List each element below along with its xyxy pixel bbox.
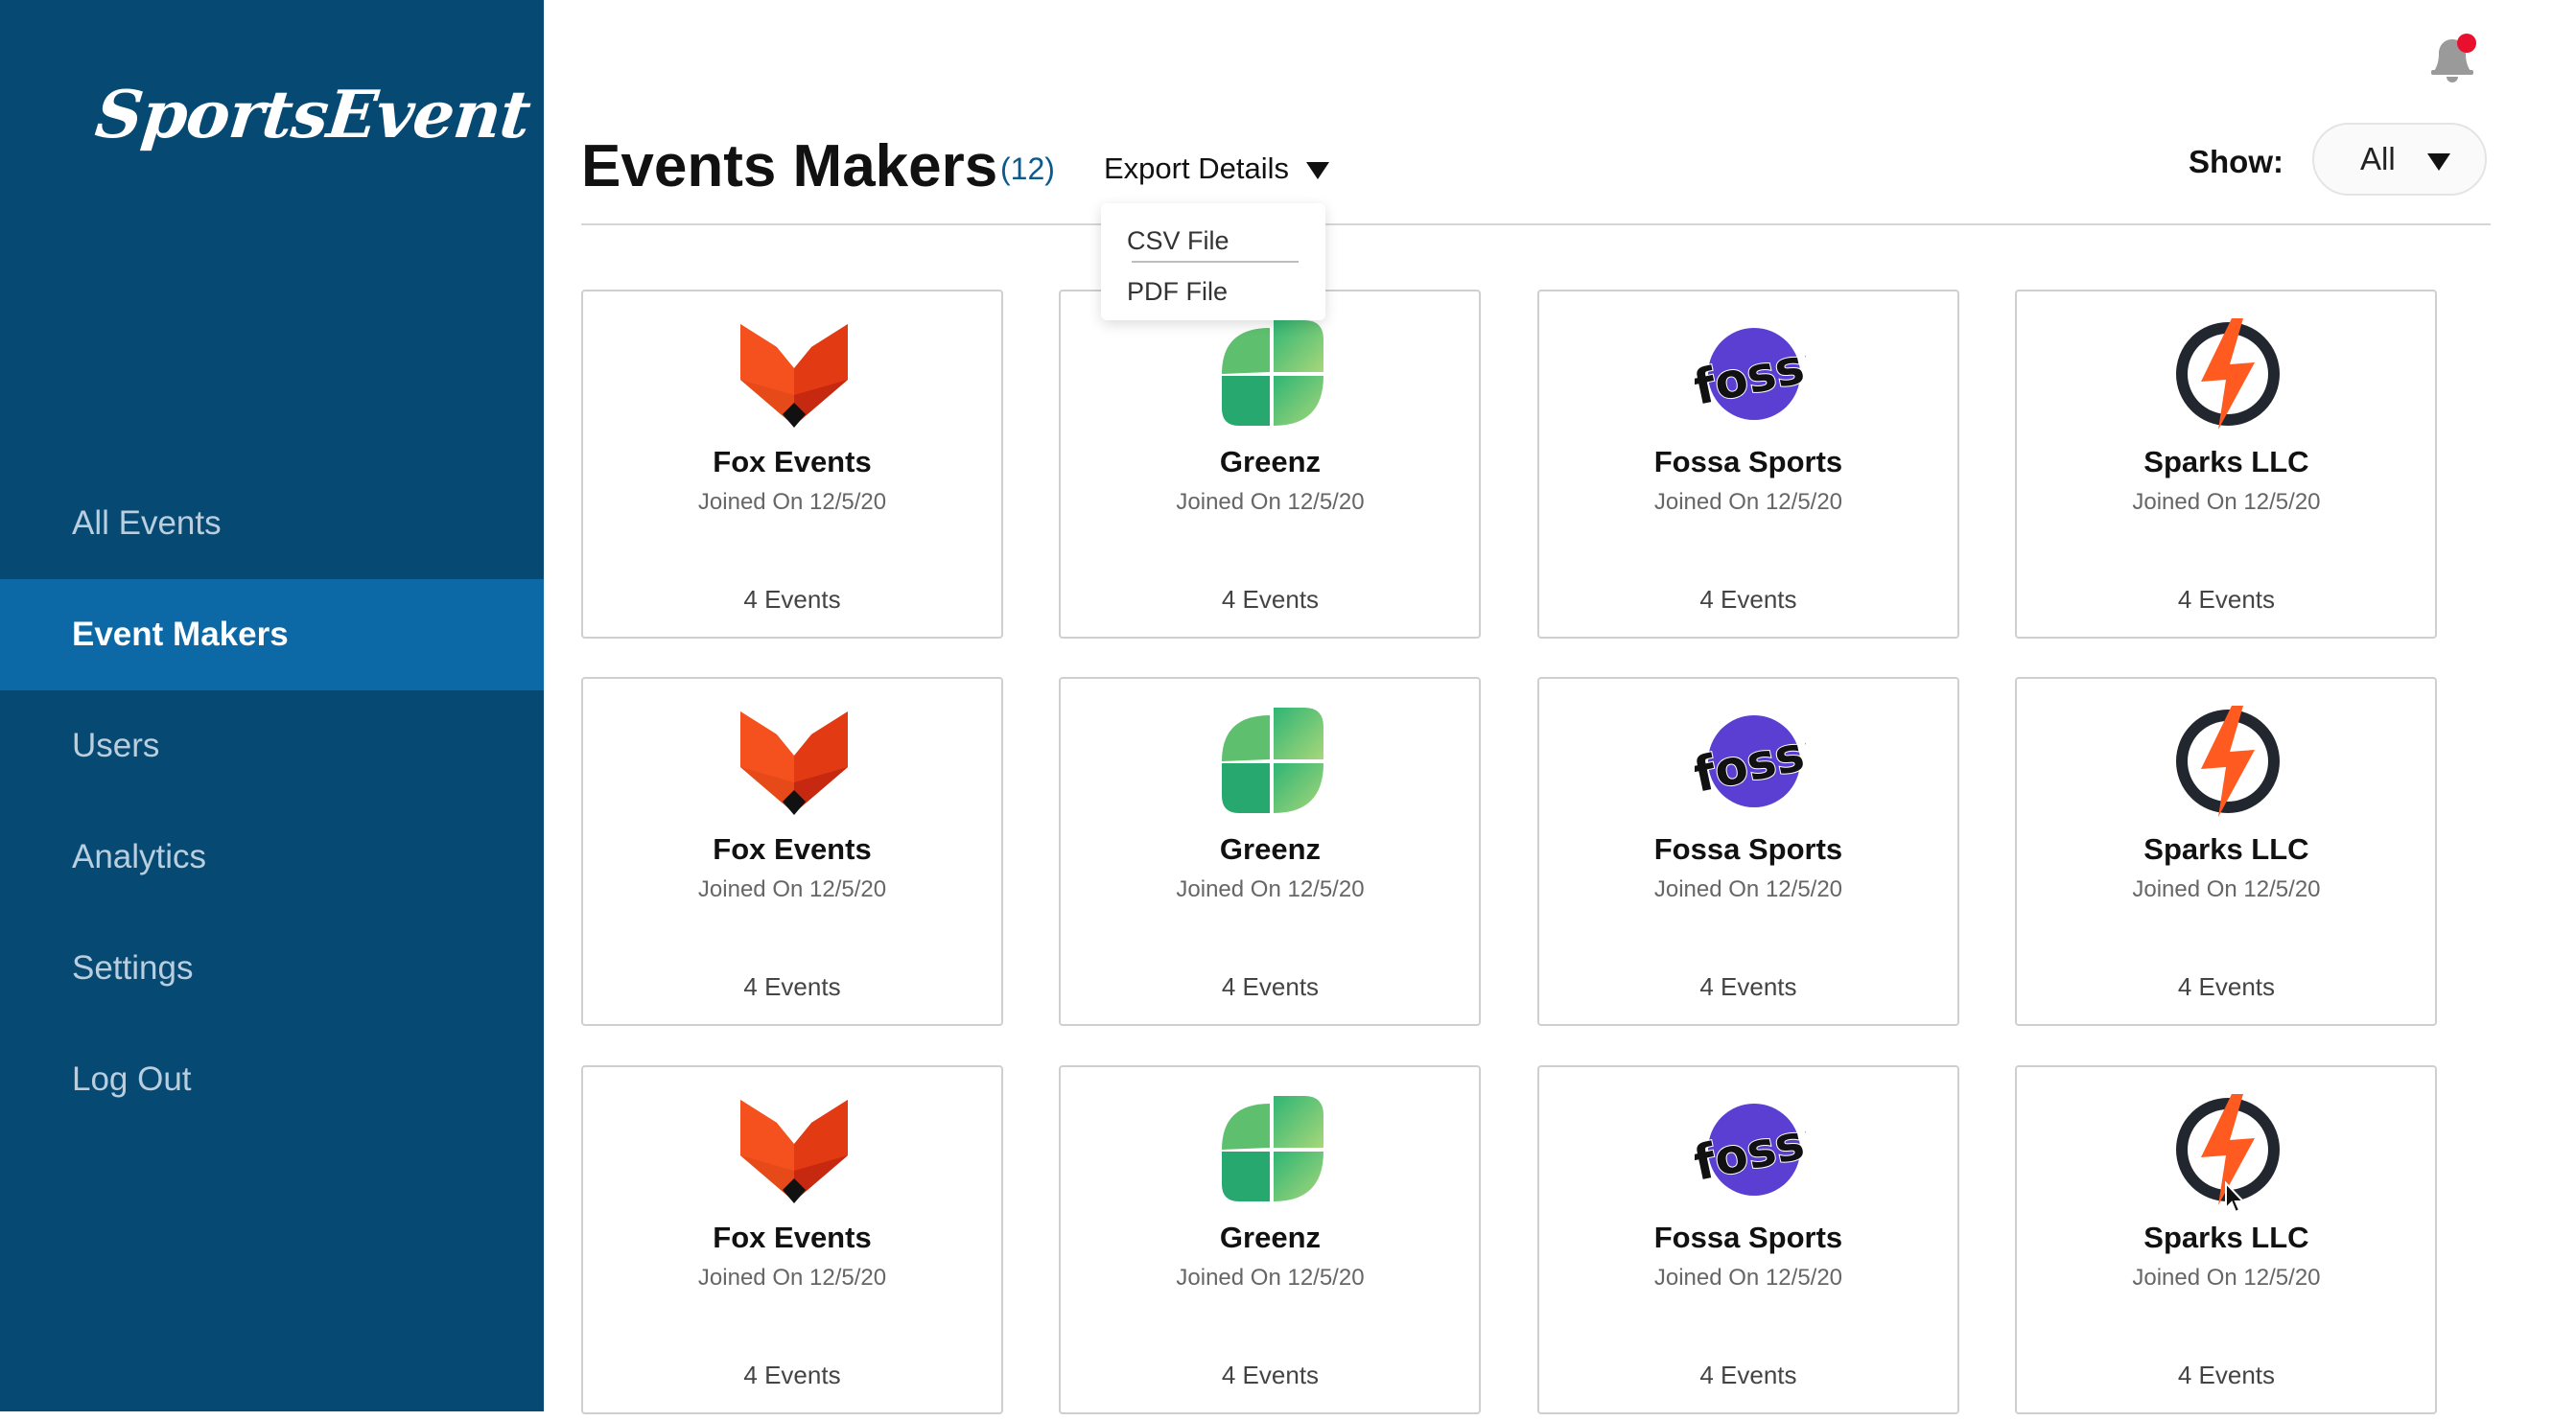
event-maker-card[interactable]: Greenz Joined On 12/5/20 4 Events [1059, 1064, 1482, 1414]
event-maker-card[interactable]: fossa Fossa Sports Joined On 12/5/20 4 Eve… [1536, 290, 1959, 639]
show-filter-value: All [2360, 141, 2396, 176]
card-events-count: 4 Events [2177, 972, 2276, 1002]
page-title: Events Makers [581, 133, 998, 199]
spark-logo-icon [2172, 706, 2283, 818]
dropdown-divider [1132, 261, 1299, 263]
event-maker-card[interactable]: Sparks LLC Joined On 12/5/20 4 Events [2015, 1064, 2438, 1414]
export-option-pdf[interactable]: PDF File [1127, 277, 1228, 307]
card-name: Greenz [1219, 1220, 1322, 1254]
card-name: Greenz [1219, 832, 1322, 867]
card-name: Fox Events [713, 1220, 872, 1254]
card-joined-date: Joined On 12/5/20 [2132, 489, 2321, 515]
event-maker-card[interactable]: Fox Events Joined On 12/5/20 4 Events [581, 677, 1003, 1027]
sidebar-item-log-out[interactable]: Log Out [0, 1024, 544, 1135]
card-events-count: 4 Events [743, 585, 841, 614]
card-name: Fossa Sports [1653, 832, 1843, 867]
card-events-count: 4 Events [1699, 585, 1797, 614]
clover-logo-icon [1216, 318, 1327, 430]
chevron-down-icon [1305, 162, 1329, 179]
sidebar-item-event-makers[interactable]: Event Makers [0, 579, 544, 690]
event-maker-card[interactable]: Fox Events Joined On 12/5/20 4 Events [581, 1064, 1003, 1414]
card-events-count: 4 Events [1699, 1360, 1797, 1389]
event-maker-card[interactable]: Sparks LLC Joined On 12/5/20 4 Events [2015, 677, 2438, 1027]
card-events-count: 4 Events [1221, 972, 1320, 1002]
notification-dot [2457, 34, 2476, 53]
card-name: Sparks LLC [2143, 445, 2309, 478]
export-details-button[interactable]: Export Details [1104, 151, 1329, 186]
card-joined-date: Joined On 12/5/20 [2132, 876, 2321, 903]
export-details-label: Export Details [1104, 151, 1289, 185]
card-events-count: 4 Events [1699, 972, 1797, 1002]
event-maker-card[interactable]: fossa Fossa Sports Joined On 12/5/20 4 Eve… [1536, 677, 1959, 1027]
event-maker-card[interactable]: Fox Events Joined On 12/5/20 4 Events [581, 290, 1003, 639]
event-maker-card[interactable]: fossa Fossa Sports Joined On 12/5/20 4 Eve… [1536, 1064, 1959, 1414]
event-maker-card[interactable]: Sparks LLC Joined On 12/5/20 4 Events [2015, 290, 2438, 639]
fox-logo-icon [738, 1094, 850, 1205]
event-makers-count: (12) [1000, 151, 1055, 186]
app-logo[interactable]: SportsEvent [92, 77, 533, 153]
sidebar-item-analytics[interactable]: Analytics [0, 802, 544, 913]
show-filter-label: Show: [2189, 144, 2283, 179]
event-maker-card[interactable]: Greenz Joined On 12/5/20 4 Events [1059, 677, 1482, 1027]
notification-bell-icon[interactable] [2426, 33, 2478, 86]
sidebar-item-all-events[interactable]: All Events [0, 468, 544, 579]
sidebar-item-settings[interactable]: Settings [0, 913, 544, 1024]
export-option-csv[interactable]: CSV File [1127, 226, 1229, 256]
card-joined-date: Joined On 12/5/20 [1176, 876, 1365, 903]
card-events-count: 4 Events [1221, 585, 1320, 614]
card-joined-date: Joined On 12/5/20 [1176, 489, 1365, 515]
card-events-count: 4 Events [743, 1360, 841, 1389]
card-name: Fox Events [713, 832, 872, 867]
card-joined-date: Joined On 12/5/20 [2132, 1264, 2321, 1291]
card-events-count: 4 Events [2177, 1360, 2276, 1389]
card-joined-date: Joined On 12/5/20 [1653, 1264, 1843, 1291]
fox-logo-icon [738, 706, 850, 817]
chevron-down-icon [2427, 153, 2450, 171]
card-name: Sparks LLC [2143, 1220, 2309, 1254]
card-joined-date: Joined On 12/5/20 [697, 1264, 887, 1291]
card-events-count: 4 Events [2177, 585, 2276, 614]
card-name: Fossa Sports [1653, 445, 1843, 478]
show-filter-select[interactable]: All [2312, 123, 2487, 196]
card-events-count: 4 Events [743, 972, 841, 1002]
header-divider [581, 223, 2491, 225]
sidebar-nav: All Events Event Makers Users Analytics … [0, 468, 544, 1135]
card-events-count: 4 Events [1221, 1360, 1320, 1389]
export-dropdown-menu: CSV File PDF File [1101, 203, 1325, 320]
clover-logo-icon [1216, 1094, 1327, 1205]
card-joined-date: Joined On 12/5/20 [1176, 1264, 1365, 1291]
fox-logo-icon [738, 318, 850, 430]
clover-logo-icon [1216, 706, 1327, 817]
sidebar-item-users[interactable]: Users [0, 690, 544, 802]
spark-logo-icon [2172, 318, 2283, 430]
fossa-logo-icon: fossa [1688, 1094, 1841, 1205]
fossa-logo-icon: fossa [1688, 706, 1841, 817]
event-maker-card[interactable]: Greenz Joined On 12/5/20 4 Events [1059, 290, 1482, 639]
card-name: Greenz [1219, 445, 1322, 478]
card-name: Fox Events [713, 445, 872, 478]
main-content: Events Makers (12) Export Details Show: … [544, 0, 2576, 1421]
sidebar: SportsEvent All Events Event Makers User… [0, 0, 544, 1411]
card-joined-date: Joined On 12/5/20 [1653, 876, 1843, 903]
mouse-cursor-icon [2225, 1181, 2245, 1214]
card-joined-date: Joined On 12/5/20 [1653, 489, 1843, 515]
card-joined-date: Joined On 12/5/20 [697, 489, 887, 515]
card-name: Sparks LLC [2143, 832, 2309, 867]
fossa-logo-icon: fossa [1688, 318, 1841, 430]
card-joined-date: Joined On 12/5/20 [697, 876, 887, 903]
card-name: Fossa Sports [1653, 1220, 1843, 1254]
